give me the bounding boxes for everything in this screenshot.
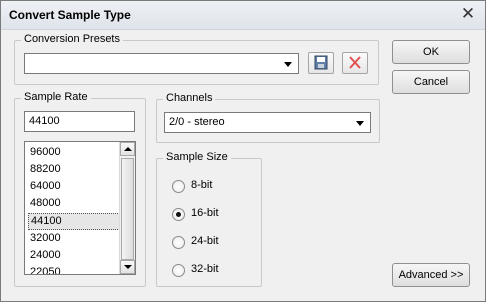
sample-rate-list[interactable]: 96000 88200 64000 48000 44100 32000 2400… <box>24 141 136 275</box>
sample-rate-input[interactable]: 44100 <box>24 111 135 132</box>
ok-button[interactable]: OK <box>392 40 470 64</box>
sample-size-label: Sample Size <box>163 151 231 163</box>
list-item[interactable]: 32000 <box>28 230 120 247</box>
radio-button-checked[interactable] <box>172 208 185 221</box>
chevron-down-icon <box>284 61 292 67</box>
close-icon[interactable]: ✕ <box>459 5 477 23</box>
dialog-title: Convert Sample Type <box>9 8 131 22</box>
scroll-up-button[interactable] <box>120 142 135 156</box>
radio-label: 16-bit <box>191 207 219 219</box>
sample-rate-value: 44100 <box>29 115 60 127</box>
list-item[interactable]: 48000 <box>28 195 120 212</box>
delete-preset-button[interactable] <box>342 52 368 74</box>
list-item[interactable]: 88200 <box>28 161 120 178</box>
chevron-up-icon <box>124 147 132 151</box>
red-x-icon <box>349 56 361 69</box>
list-scrollbar[interactable] <box>119 142 135 274</box>
advanced-button[interactable]: Advanced >> <box>392 263 470 287</box>
conversion-presets-group: Conversion Presets <box>14 33 379 85</box>
scroll-down-button[interactable] <box>120 260 135 274</box>
chevron-down-icon <box>356 120 364 126</box>
radio-label: 32-bit <box>191 263 219 275</box>
radio-button[interactable] <box>172 180 185 193</box>
floppy-disk-icon <box>314 55 328 70</box>
channels-combo[interactable]: 2/0 - stereo <box>164 112 371 133</box>
list-item[interactable]: 24000 <box>28 247 120 264</box>
convert-sample-type-dialog: Convert Sample Type ✕ Conversion Presets… <box>0 0 486 302</box>
radio-label: 24-bit <box>191 235 219 247</box>
cancel-button[interactable]: Cancel <box>392 70 470 94</box>
sample-rate-label: Sample Rate <box>21 91 91 103</box>
sample-rate-group: Sample Rate 44100 96000 88200 64000 4800… <box>14 91 146 287</box>
radio-button[interactable] <box>172 264 185 277</box>
channels-value: 2/0 - stereo <box>169 116 225 128</box>
conversion-presets-combo[interactable] <box>24 53 299 74</box>
radio-label: 8-bit <box>191 179 213 191</box>
scroll-thumb[interactable] <box>121 158 134 260</box>
title-bar: Convert Sample Type ✕ <box>1 1 485 30</box>
chevron-down-icon <box>124 265 132 269</box>
list-item[interactable]: 96000 <box>28 144 120 161</box>
radio-button[interactable] <box>172 236 185 249</box>
sample-size-group: Sample Size 8-bit 16-bit 24-bit 32-bit <box>156 151 262 287</box>
channels-label: Channels <box>163 92 216 104</box>
conversion-presets-label: Conversion Presets <box>21 33 123 45</box>
list-item[interactable]: 22050 <box>28 264 120 274</box>
list-item-selected[interactable]: 44100 <box>28 213 120 230</box>
save-preset-button[interactable] <box>308 52 334 74</box>
list-item[interactable]: 64000 <box>28 178 120 195</box>
channels-group: Channels 2/0 - stereo <box>156 92 380 143</box>
